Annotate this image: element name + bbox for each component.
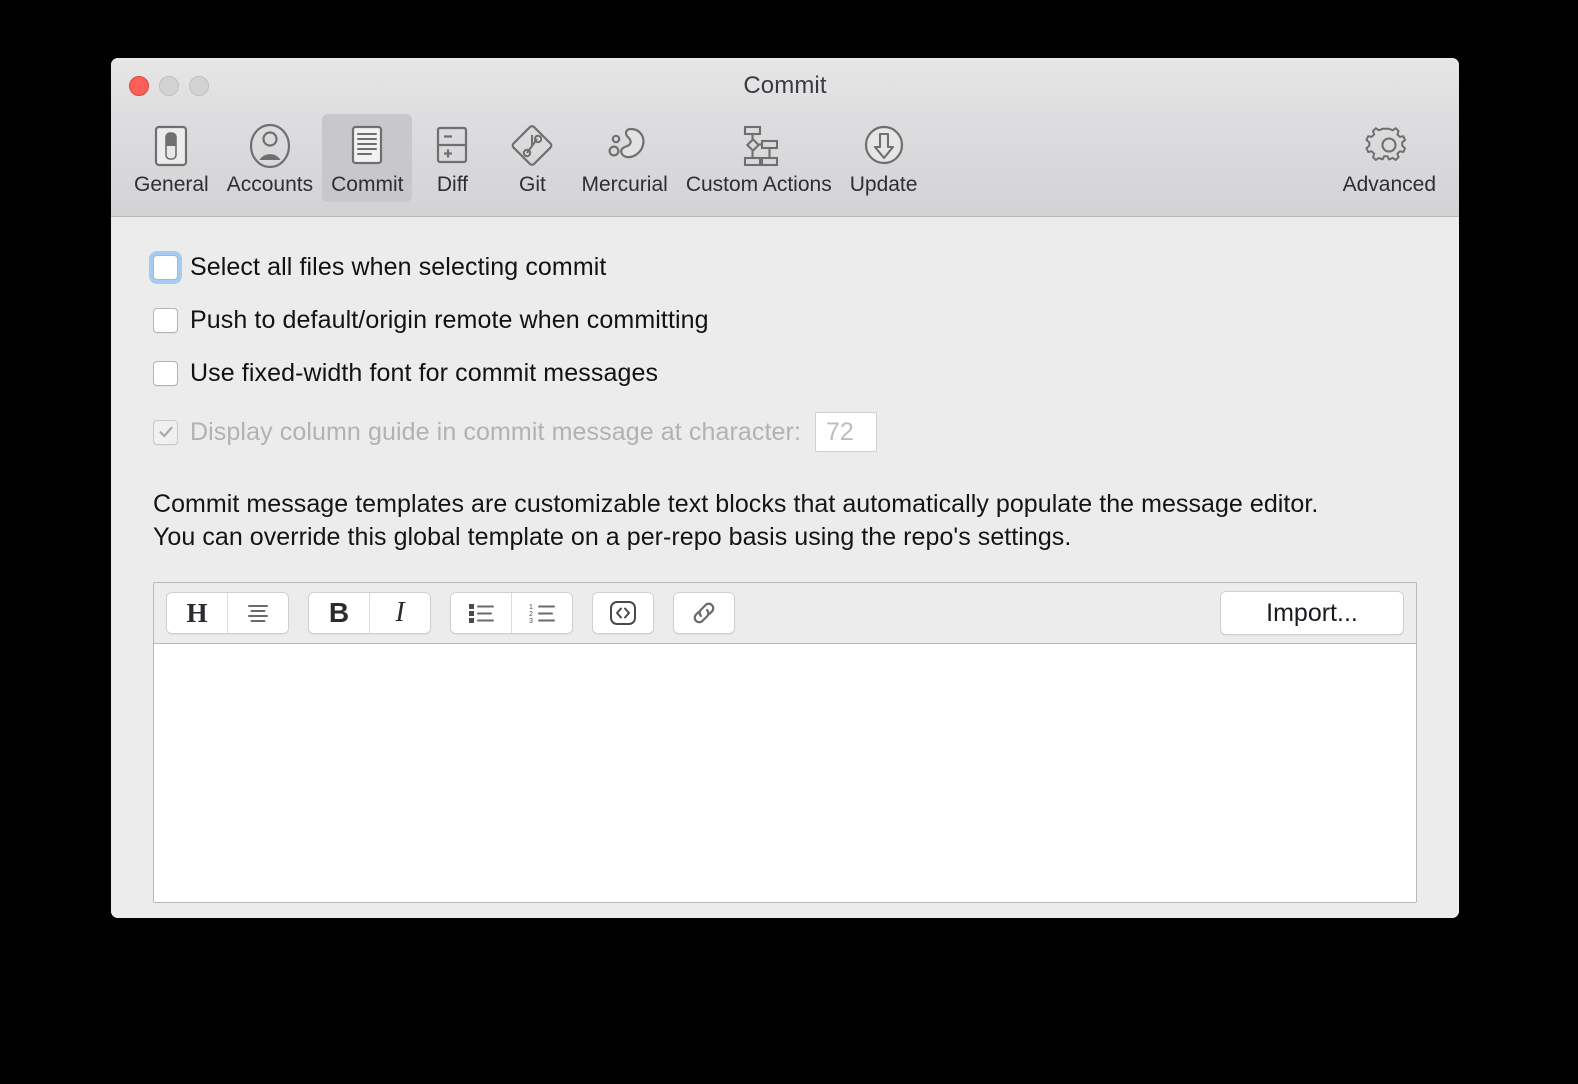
option-label: Use fixed-width font for commit messages xyxy=(190,359,659,387)
editor-group-code xyxy=(592,592,654,634)
bulleted-list-icon[interactable] xyxy=(451,593,511,633)
toolbar-item-label: General xyxy=(134,173,209,196)
code-icon[interactable] xyxy=(593,593,653,633)
numbered-list-icon[interactable]: 1 2 3 xyxy=(511,593,572,633)
toolbar-item-commit[interactable]: Commit xyxy=(322,114,413,202)
toolbar-item-label: Custom Actions xyxy=(685,173,832,196)
option-label: Select all files when selecting commit xyxy=(190,253,607,281)
option-row-select-all-files[interactable]: Select all files when selecting commit xyxy=(153,253,1417,282)
option-label: Display column guide in commit message a… xyxy=(190,417,802,446)
editor-group-link xyxy=(673,592,735,634)
paragraph-lines-icon[interactable] xyxy=(227,593,288,633)
template-description: Commit message templates are customizabl… xyxy=(153,488,1417,554)
link-icon[interactable] xyxy=(674,593,734,633)
toolbar-item-update[interactable]: Update xyxy=(841,114,927,202)
toolbar-item-label: Update xyxy=(849,173,918,196)
option-row-push-to-default-remote[interactable]: Push to default/origin remote when commi… xyxy=(153,306,1417,335)
svg-text:3: 3 xyxy=(529,618,533,624)
option-label: Push to default/origin remote when commi… xyxy=(190,306,709,334)
toolbar-item-mercurial[interactable]: Mercurial xyxy=(572,114,676,202)
editor-format-toolbar: H B I 1 2 3 Import... xyxy=(154,583,1416,643)
template-description-line-2: You can override this global template on… xyxy=(153,523,1072,551)
editor-group-text-style: H xyxy=(166,592,289,634)
toolbar-item-label: Commit xyxy=(331,173,404,196)
toolbar-item-label: Advanced xyxy=(1342,173,1436,196)
node-tree-icon xyxy=(734,120,784,172)
toolbar-item-accounts[interactable]: Accounts xyxy=(218,114,322,202)
heading-glyph: H xyxy=(186,597,208,628)
toolbar-item-label: Git xyxy=(519,173,546,196)
push-to-default-remote-checkbox[interactable] xyxy=(153,308,178,333)
column-guide-character-field: 72 xyxy=(815,412,878,452)
window-titlebar: Commit xyxy=(111,58,1459,114)
screen: Commit General Accounts Commit Diff Git … xyxy=(0,0,1578,1084)
checkmark-icon xyxy=(158,426,173,438)
option-row-fixed-width-font[interactable]: Use fixed-width font for commit messages xyxy=(153,359,1417,388)
template-description-line-1: Commit message templates are customizabl… xyxy=(153,490,1319,518)
git-diamond-icon xyxy=(508,120,556,172)
toolbar-item-label: Mercurial xyxy=(581,173,668,196)
mercurial-droplet-icon xyxy=(601,120,649,172)
toolbar-items: General Accounts Commit Diff Git Mercuri… xyxy=(125,114,926,202)
toolbar-item-label: Diff xyxy=(436,173,469,196)
bold-icon[interactable]: B xyxy=(309,593,369,633)
editor-group-lists: 1 2 3 xyxy=(450,592,573,634)
gear-icon xyxy=(1365,120,1413,172)
italic-icon[interactable]: I xyxy=(369,593,430,633)
window-title: Commit xyxy=(743,72,827,99)
fixed-width-font-checkbox[interactable] xyxy=(153,361,178,386)
toggle-switch-icon xyxy=(149,120,193,172)
toolbar-item-custom-actions[interactable]: Custom Actions xyxy=(677,114,841,202)
preferences-toolbar: General Accounts Commit Diff Git Mercuri… xyxy=(111,114,1459,217)
toolbar-item-git[interactable]: Git xyxy=(492,114,572,202)
toolbar-item-diff[interactable]: Diff xyxy=(412,114,492,202)
toolbar-item-advanced[interactable]: Advanced xyxy=(1334,114,1445,202)
user-circle-icon xyxy=(247,120,293,172)
column-guide-checkbox xyxy=(153,419,178,445)
editor-group-emphasis: B I xyxy=(308,592,431,634)
document-lines-icon xyxy=(345,120,389,172)
commit-template-editor: H B I 1 2 3 Import... xyxy=(153,582,1417,903)
svg-text:1: 1 xyxy=(529,604,533,611)
import-button[interactable]: Import... xyxy=(1220,591,1404,635)
select-all-files-checkbox[interactable] xyxy=(153,255,178,280)
toolbar-item-general[interactable]: General xyxy=(125,114,218,202)
commit-template-body[interactable] xyxy=(154,643,1416,902)
svg-text:2: 2 xyxy=(529,611,533,618)
option-row-column-guide: Display column guide in commit message a… xyxy=(153,412,1417,452)
preferences-window: Commit General Accounts Commit Diff Git … xyxy=(111,58,1459,918)
plus-minus-split-icon xyxy=(430,120,474,172)
commit-template-textarea[interactable] xyxy=(154,644,1416,902)
bold-glyph: B xyxy=(328,597,350,628)
commit-preferences-pane: Select all files when selecting commit P… xyxy=(111,217,1459,918)
heading-icon[interactable]: H xyxy=(167,593,227,633)
download-arrow-icon xyxy=(860,120,908,172)
toolbar-item-label: Accounts xyxy=(226,173,314,196)
italic-glyph: I xyxy=(395,597,405,628)
